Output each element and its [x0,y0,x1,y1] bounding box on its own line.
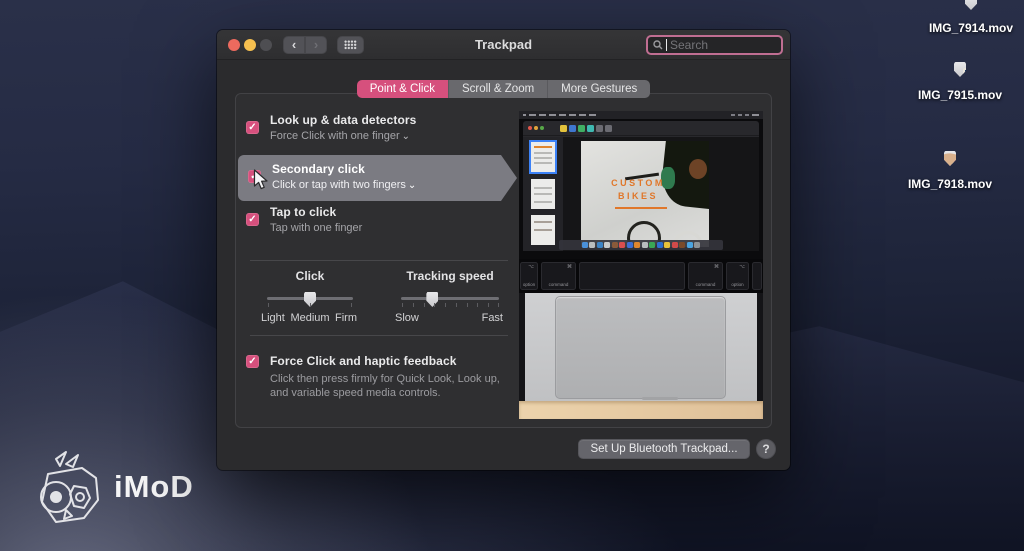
demo-doc-title: CUSTOM BIKES [611,178,665,202]
tick-label-firm: Firm [335,312,357,324]
gesture-demo-video: CUSTOM BIKES ⌥ option ⌘ command ⌘ command ⌥… [519,111,763,419]
checkbox-look-up[interactable]: ✓ [246,121,259,134]
demo-spacebar [579,262,685,290]
imod-watermark: iMoD [26,444,194,530]
setup-bluetooth-trackpad-button[interactable]: Set Up Bluetooth Trackpad... [578,439,750,459]
demo-toolbar [523,121,759,136]
setting-label: Secondary click [272,162,365,176]
setting-label: Force Click and haptic feedback [270,354,457,368]
trackpad-preferences-window: ‹ › Trackpad Point & Click Scroll & Zoom… [217,30,790,470]
demo-menubar [519,111,763,119]
desktop-file-img7914[interactable]: IMG_7914.mov [913,0,1024,35]
demo-macbook-body [519,293,763,401]
tab-point-and-click[interactable]: Point & Click [356,80,448,98]
video-thumbnail [944,151,956,166]
setting-force-click: ✓ Force Click and haptic feedback Click … [246,354,508,401]
setting-label: Look up & data detectors [270,113,417,127]
slider-track[interactable] [267,292,353,307]
setting-detail[interactable]: Click or tap with two fingers ⌄ [272,179,416,191]
imod-owl-logo [40,451,99,523]
imod-watermark-text: iMoD [114,469,194,504]
demo-wooden-desk [519,401,763,419]
settings-panel: ✓ Look up & data detectors Force Click w… [235,93,772,428]
demo-trackpad [555,296,726,400]
demo-document: CUSTOM BIKES [581,141,709,247]
gesture-tabs: Point & Click Scroll & Zoom More Gesture… [217,80,790,98]
tick-label-slow: Slow [395,312,419,324]
demo-key-option-right: ⌥ option [726,262,749,290]
file-label: IMG_7918.mov [907,177,993,191]
chevron-down-icon: ⌄ [407,180,417,191]
setting-label: Tap to click [270,205,337,219]
desktop-file-img7915[interactable]: IMG_7915.mov [902,62,1018,102]
text-caret [666,39,667,51]
demo-page-thumbnails [523,137,563,251]
setting-detail[interactable]: Force Click with one finger ⌄ [270,130,416,142]
demo-dock [559,240,723,250]
video-thumbnail [954,62,966,77]
setting-secondary-click: ✓ Secondary click Click or tap with two … [248,162,416,191]
help-button[interactable]: ? [756,439,776,459]
demo-key-command-left: ⌘ command [541,262,576,290]
slider-ticks [267,303,353,308]
highlight-pointer [501,155,517,201]
tab-more-gestures[interactable]: More Gestures [547,80,651,98]
checkbox-tap-to-click[interactable]: ✓ [246,213,259,226]
setting-tap-to-click: ✓ Tap to click Tap with one finger [246,205,362,234]
demo-key-command-right: ⌘ command [688,262,723,290]
slider-title: Click [295,269,325,283]
file-label: IMG_7914.mov [928,21,1014,35]
desktop-file-img7918[interactable]: IMG_7918.mov [892,151,1008,191]
tick-label-fast: Fast [481,312,503,324]
search-input[interactable] [670,38,776,52]
setting-secondary-click-highlighted: ✓ Secondary click Click or tap with two … [238,155,517,201]
demo-keyboard: ⌥ option ⌘ command ⌘ command ⌥ option [519,259,763,293]
tab-scroll-and-zoom[interactable]: Scroll & Zoom [447,80,548,98]
video-thumbnail [965,0,977,10]
desktop: IMG_7914.mov IMG_7915.mov IMG_7918.mov i… [0,0,1024,551]
search-field[interactable] [646,35,783,55]
setting-description: Click then press firmly for Quick Look, … [270,373,500,400]
slider-title: Tracking speed [406,269,494,283]
divider [250,335,508,336]
demo-pages-window: CUSTOM BIKES [523,121,759,251]
file-label: IMG_7915.mov [917,88,1003,102]
chevron-down-icon: ⌄ [401,131,410,142]
tracking-speed-slider: Tracking speed Slow Fast [395,269,503,325]
setting-detail: Tap with one finger [270,222,363,234]
checkbox-force-click[interactable]: ✓ [246,355,259,368]
slider-ticks [401,303,500,308]
titlebar[interactable]: ‹ › Trackpad [217,30,790,60]
setting-look-up: ✓ Look up & data detectors Force Click w… [246,113,416,142]
demo-document-area: CUSTOM BIKES [563,137,759,251]
divider [250,260,508,261]
click-pressure-slider: Click Light Medium Firm [261,269,357,325]
slider-track[interactable] [401,292,499,307]
search-icon [653,40,663,50]
mouse-cursor [253,169,268,190]
